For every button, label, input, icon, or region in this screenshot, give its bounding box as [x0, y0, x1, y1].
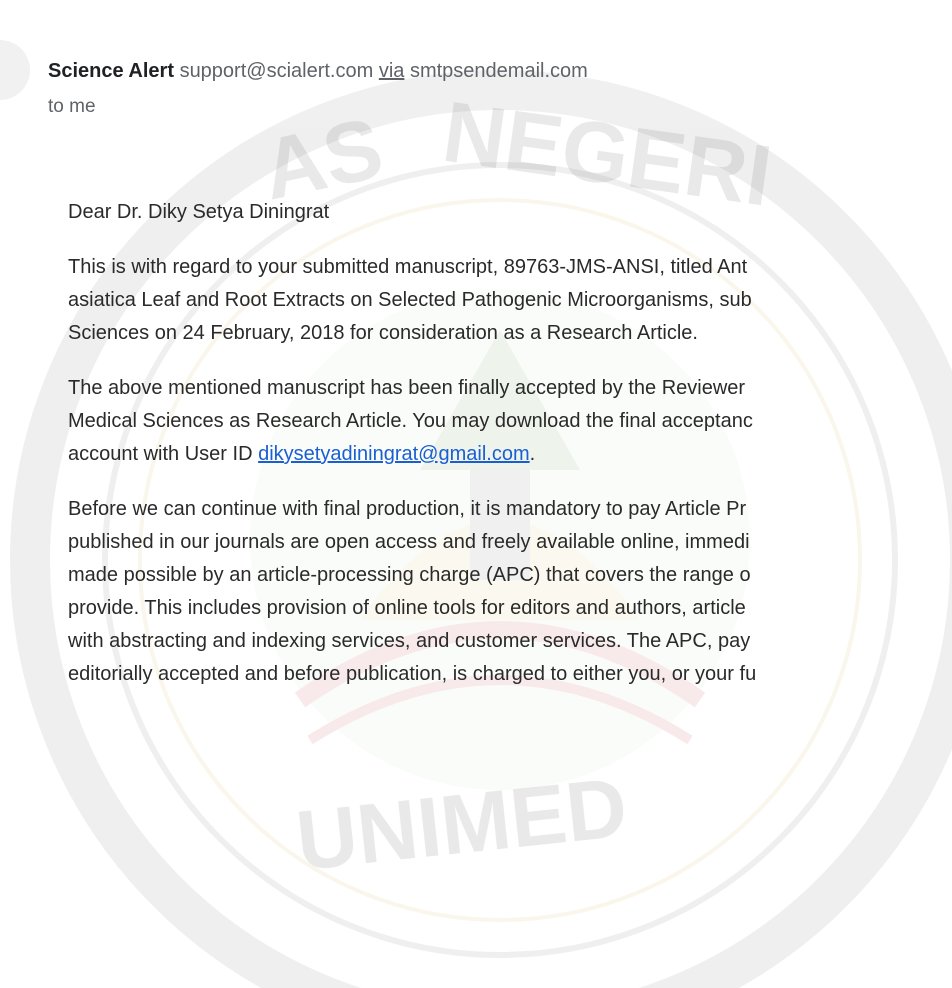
- body-line: Sciences on 24 February, 2018 for consid…: [68, 322, 698, 344]
- paragraph-acceptance: The above mentioned manuscript has been …: [68, 372, 952, 471]
- via-link[interactable]: via: [379, 60, 405, 82]
- sender-line: Science Alert support@scialert.com via s…: [48, 56, 952, 86]
- via-domain: smtpsendemail.com: [409, 60, 588, 82]
- sender-avatar: [0, 40, 30, 100]
- user-id-prefix: account with User ID: [68, 443, 259, 465]
- body-line: editorially accepted and before publicat…: [68, 663, 757, 685]
- line-period: .: [529, 443, 536, 465]
- recipient-dropdown[interactable]: to me: [48, 96, 952, 118]
- body-line: provide. This includes provision of onli…: [68, 597, 746, 619]
- user-id-email-link[interactable]: dikysetyadiningrat@gmail.com: [258, 443, 530, 465]
- paragraph-manuscript-reference: This is with regard to your submitted ma…: [68, 251, 952, 350]
- body-line: Before we can continue with final produc…: [68, 498, 747, 520]
- body-line: The above mentioned manuscript has been …: [68, 377, 746, 399]
- body-line: made possible by an article-processing c…: [68, 564, 751, 586]
- sender-name[interactable]: Science Alert: [48, 60, 174, 82]
- greeting: Dear Dr. Diky Setya Diningrat: [68, 201, 330, 223]
- body-line: published in our journals are open acces…: [68, 531, 750, 553]
- svg-text:UNIMED: UNIMED: [292, 760, 631, 888]
- paragraph-apc: Before we can continue with final produc…: [68, 493, 952, 691]
- body-line: asiatica Leaf and Root Extracts on Selec…: [68, 289, 752, 311]
- sender-address: support@scialert.com: [179, 60, 374, 82]
- body-line: Medical Sciences as Research Article. Yo…: [68, 410, 753, 432]
- body-line: account with User ID dikysetyadiningrat@…: [68, 438, 952, 471]
- email-header: Science Alert support@scialert.com via s…: [48, 56, 952, 118]
- body-line: This is with regard to your submitted ma…: [68, 256, 748, 278]
- body-line: with abstracting and indexing services, …: [68, 630, 751, 652]
- email-body: Dear Dr. Diky Setya Diningrat This is wi…: [68, 196, 952, 713]
